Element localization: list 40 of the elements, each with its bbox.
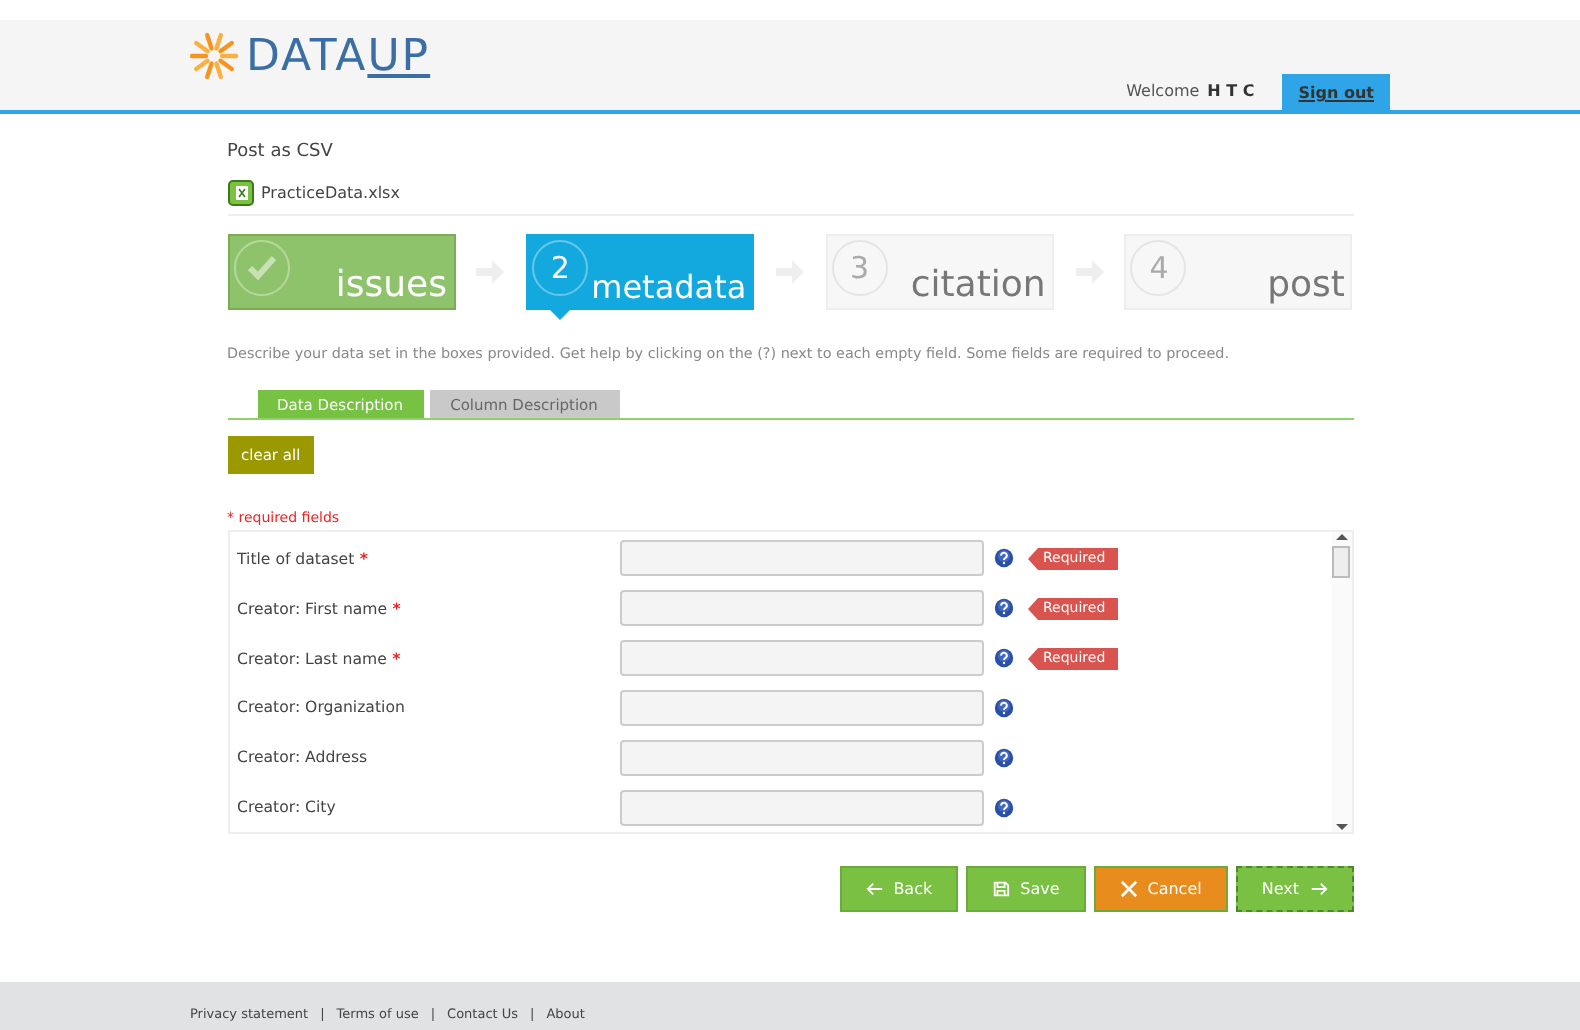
- input-field[interactable]: [619, 540, 983, 577]
- help-icon[interactable]: [993, 697, 1013, 718]
- input-field[interactable]: [619, 640, 983, 677]
- arrow-right-icon: [1309, 880, 1327, 898]
- next-button[interactable]: Next: [1235, 866, 1353, 912]
- help-icon[interactable]: [993, 648, 1013, 669]
- check-icon: [247, 256, 275, 280]
- sign-out-link[interactable]: Sign out: [1282, 74, 1390, 110]
- scroll-down-icon[interactable]: [1335, 822, 1347, 832]
- step-label: citation: [910, 264, 1046, 306]
- step-number: 2: [550, 250, 570, 286]
- file-name: PracticeData.xlsx: [261, 184, 400, 202]
- scroll-up-icon[interactable]: [1335, 532, 1347, 542]
- input-field[interactable]: [619, 590, 983, 627]
- step-label: post: [1267, 264, 1345, 306]
- logo-text: DATA: [246, 31, 368, 81]
- page-title: Post as CSV: [227, 142, 335, 162]
- step-label: issues: [335, 264, 447, 306]
- input-field[interactable]: [619, 789, 983, 826]
- scrollbar-thumb[interactable]: [1332, 546, 1350, 578]
- input-field[interactable]: [619, 689, 983, 726]
- cancel-button[interactable]: Cancel: [1093, 866, 1228, 912]
- scrollbar[interactable]: [1331, 532, 1351, 832]
- step-label: metadata: [591, 268, 747, 306]
- step-number: 3: [850, 250, 870, 286]
- input-field[interactable]: [619, 739, 983, 776]
- save-button[interactable]: Save: [966, 866, 1086, 912]
- help-icon[interactable]: [993, 797, 1013, 818]
- help-icon[interactable]: [993, 548, 1013, 569]
- logo-accent: UP: [367, 31, 431, 81]
- spreadsheet-icon: [227, 180, 253, 206]
- step-number: 4: [1149, 250, 1169, 286]
- close-icon: [1119, 880, 1138, 898]
- sunburst-icon: [190, 32, 238, 80]
- help-icon[interactable]: [993, 598, 1013, 619]
- save-icon: [992, 880, 1011, 898]
- welcome-text: Welcome H T C: [1126, 82, 1255, 100]
- arrow-left-icon: [865, 880, 884, 898]
- back-button[interactable]: Back: [839, 866, 959, 912]
- help-icon[interactable]: [993, 747, 1013, 768]
